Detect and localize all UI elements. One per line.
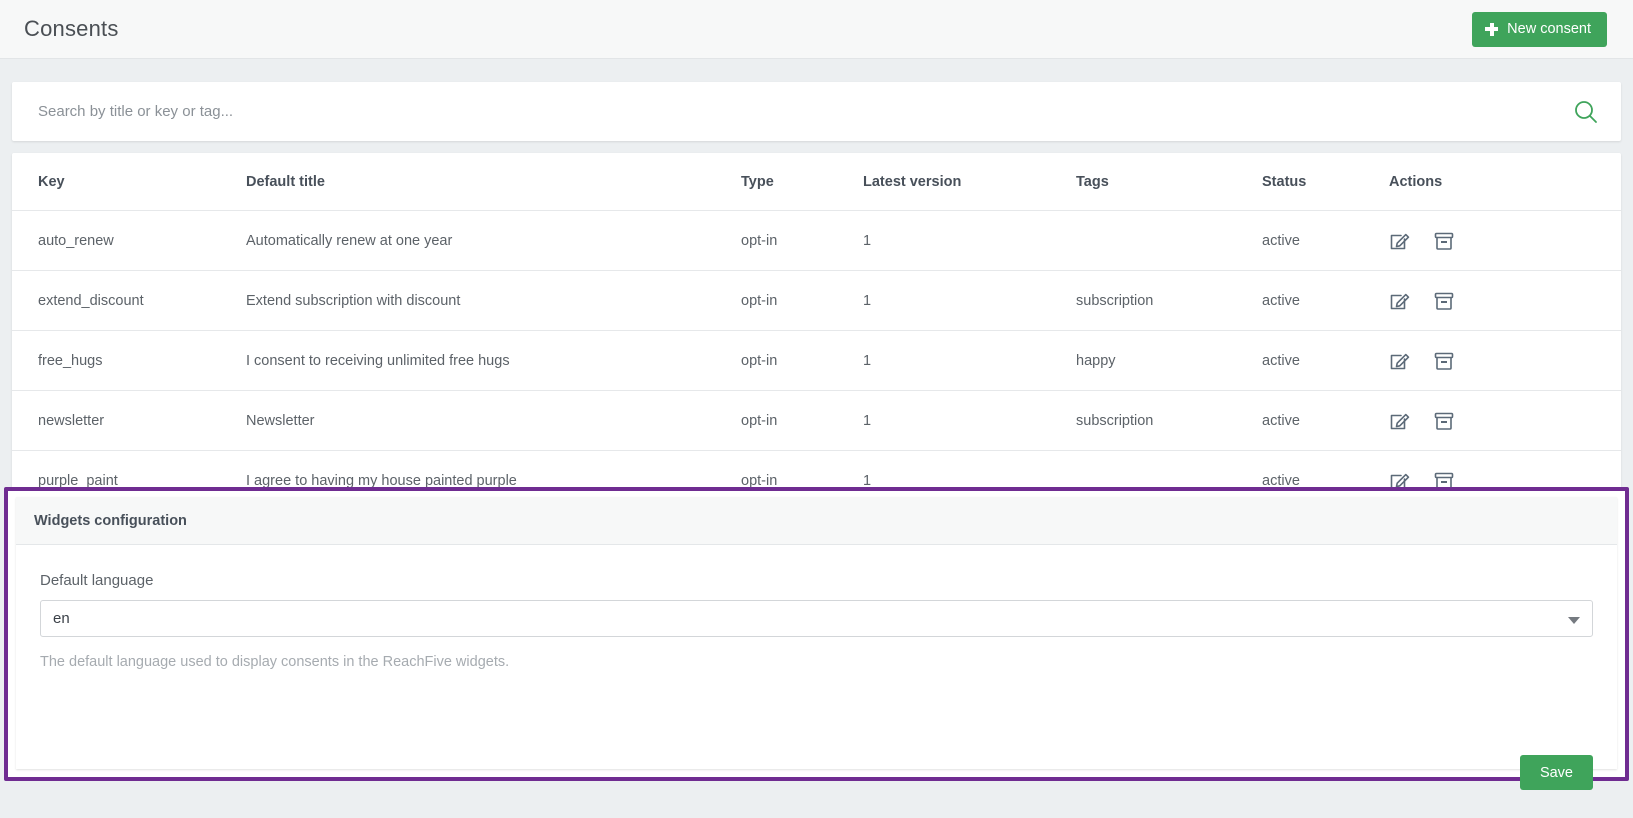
search-input[interactable] bbox=[38, 103, 1443, 120]
cell-status: active bbox=[1262, 270, 1389, 331]
cell-default-title: I consent to receiving unlimited free hu… bbox=[246, 330, 741, 391]
archive-icon[interactable] bbox=[1433, 350, 1455, 372]
column-header-type: Type bbox=[741, 153, 863, 211]
cell-actions bbox=[1389, 210, 1621, 271]
cell-type: opt-in bbox=[741, 390, 863, 451]
consents-table-card: Key Default title Type Latest version Ta… bbox=[12, 153, 1621, 510]
cell-latest-version: 1 bbox=[863, 330, 1076, 391]
default-language-select-wrapper: en bbox=[40, 600, 1593, 637]
cell-type: opt-in bbox=[741, 330, 863, 391]
widgets-configuration-title: Widgets configuration bbox=[34, 512, 187, 529]
cell-status: active bbox=[1262, 330, 1389, 391]
column-header-tags: Tags bbox=[1076, 153, 1262, 211]
page-title: Consents bbox=[24, 16, 119, 41]
archive-icon[interactable] bbox=[1433, 230, 1455, 252]
column-header-latest-version: Latest version bbox=[863, 153, 1076, 211]
cell-latest-version: 1 bbox=[863, 390, 1076, 451]
save-button-row: Save bbox=[1519, 755, 1593, 790]
table-body: auto_renew Automatically renew at one ye… bbox=[12, 210, 1621, 511]
save-button[interactable]: Save bbox=[1519, 755, 1593, 790]
edit-icon[interactable] bbox=[1389, 350, 1411, 372]
default-language-help-text: The default language used to display con… bbox=[40, 654, 510, 670]
widgets-configuration-body: Default language en The default language… bbox=[16, 545, 1617, 817]
column-header-status: Status bbox=[1262, 153, 1389, 211]
consents-page: Consents New consent Key Default title T… bbox=[0, 0, 1633, 818]
default-language-label: Default language bbox=[40, 572, 154, 589]
search-bar bbox=[12, 82, 1621, 141]
archive-icon[interactable] bbox=[1433, 290, 1455, 312]
widgets-configuration-highlight: Widgets configuration Default language e… bbox=[4, 487, 1629, 790]
cell-tags: happy bbox=[1076, 330, 1262, 391]
widgets-configuration-panel: Widgets configuration Default language e… bbox=[16, 497, 1617, 790]
cell-latest-version: 1 bbox=[863, 270, 1076, 331]
column-header-actions: Actions bbox=[1389, 153, 1621, 211]
default-language-select[interactable]: en bbox=[40, 600, 1593, 637]
cell-latest-version: 1 bbox=[863, 210, 1076, 271]
table-header-row: Key Default title Type Latest version Ta… bbox=[12, 153, 1621, 211]
search-icon[interactable] bbox=[1573, 99, 1599, 125]
cell-key: auto_renew bbox=[12, 210, 246, 271]
edit-icon[interactable] bbox=[1389, 410, 1411, 432]
cell-tags: subscription bbox=[1076, 270, 1262, 331]
cell-tags: subscription bbox=[1076, 390, 1262, 451]
cell-key: newsletter bbox=[12, 390, 246, 451]
table-row[interactable]: extend_discount Extend subscription with… bbox=[12, 270, 1621, 331]
cell-status: active bbox=[1262, 210, 1389, 271]
cell-default-title: Extend subscription with discount bbox=[246, 270, 741, 331]
new-consent-button[interactable]: New consent bbox=[1472, 11, 1607, 47]
cell-status: active bbox=[1262, 390, 1389, 451]
consents-table: Key Default title Type Latest version Ta… bbox=[12, 153, 1621, 510]
cell-actions bbox=[1389, 330, 1621, 391]
cell-default-title: Newsletter bbox=[246, 390, 741, 451]
widgets-configuration-header: Widgets configuration bbox=[16, 497, 1617, 545]
column-header-key: Key bbox=[12, 153, 246, 211]
new-consent-button-label: New consent bbox=[1507, 20, 1591, 37]
cell-default-title: Automatically renew at one year bbox=[246, 210, 741, 271]
cell-key: extend_discount bbox=[12, 270, 246, 331]
cell-tags bbox=[1076, 210, 1262, 271]
table-header: Key Default title Type Latest version Ta… bbox=[12, 153, 1621, 211]
cell-actions bbox=[1389, 390, 1621, 451]
edit-icon[interactable] bbox=[1389, 230, 1411, 252]
column-header-default-title: Default title bbox=[246, 153, 741, 211]
archive-icon[interactable] bbox=[1433, 410, 1455, 432]
cell-type: opt-in bbox=[741, 210, 863, 271]
page-header: Consents New consent bbox=[0, 0, 1633, 59]
edit-icon[interactable] bbox=[1389, 290, 1411, 312]
cell-key: free_hugs bbox=[12, 330, 246, 391]
table-row[interactable]: free_hugs I consent to receiving unlimit… bbox=[12, 330, 1621, 391]
table-row[interactable]: newsletter Newsletter opt-in 1 subscript… bbox=[12, 390, 1621, 451]
cell-type: opt-in bbox=[741, 270, 863, 331]
cell-actions bbox=[1389, 270, 1621, 331]
plus-icon bbox=[1485, 22, 1499, 36]
table-row[interactable]: auto_renew Automatically renew at one ye… bbox=[12, 210, 1621, 271]
